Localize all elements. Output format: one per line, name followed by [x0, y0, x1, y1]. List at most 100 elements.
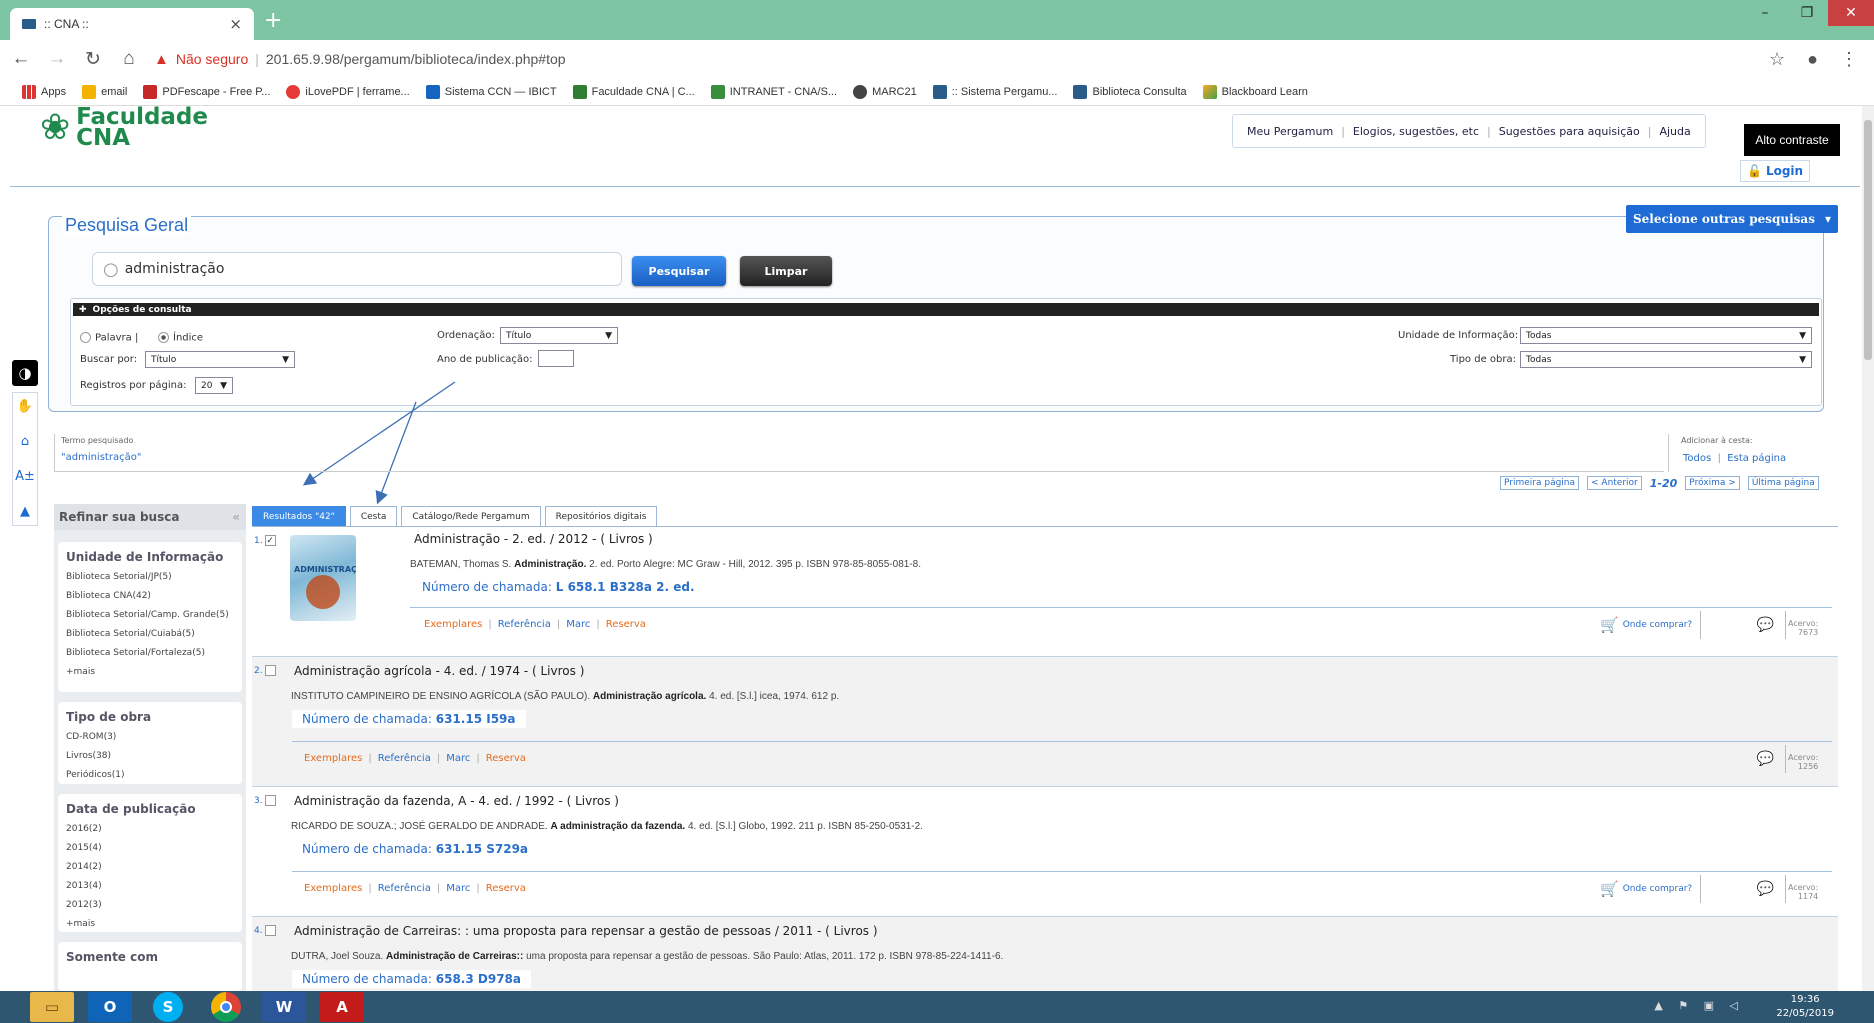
action-separator: |	[488, 619, 492, 630]
buy-button[interactable]: 🛒 Onde comprar?	[1600, 611, 1702, 639]
result-actions: Exemplares | Referência | Marc | Reserva	[304, 883, 526, 894]
action-separator: |	[476, 753, 480, 764]
actions-divider	[292, 871, 1832, 872]
acervo-value: 1174	[1797, 892, 1819, 901]
facet-item[interactable]: Periódicos(1)	[66, 766, 234, 785]
referencia-link[interactable]: Referência	[378, 753, 431, 764]
tab-catalogo[interactable]: Catálogo/Rede Pergamum	[401, 506, 541, 526]
call-number: Número de chamada: 658.3 D978a	[292, 970, 531, 988]
result-checkbox[interactable]	[264, 665, 276, 676]
result-reference: RICARDO DE SOUZA.; JOSÉ GERALDO DE ANDRA…	[291, 821, 923, 832]
facet-item[interactable]: Biblioteca Setorial/Camp. Grande(5)	[66, 610, 234, 621]
basket-separator: |	[1717, 453, 1721, 464]
result-title[interactable]: Administração agrícola - 4. ed. / 1974 -…	[294, 664, 584, 678]
result-item: 2. Administração agrícola - 4. ed. / 197…	[252, 657, 1838, 787]
basket-links: Todos | Esta página	[1683, 453, 1786, 464]
skype-icon[interactable]: S	[153, 992, 183, 1022]
call-number: Número de chamada: L 658.1 B328a 2. ed.	[412, 578, 705, 596]
outlook-icon[interactable]: O	[88, 992, 132, 1022]
facet-item[interactable]: 2013(4)	[66, 877, 234, 896]
referencia-link[interactable]: Referência	[498, 619, 551, 630]
acervo-info: Acervo: 1174	[1788, 883, 1818, 901]
facet-item[interactable]: 2016(2)	[66, 820, 234, 839]
facet-item[interactable]: CD-ROM(3)	[66, 728, 234, 747]
facet-item[interactable]: Biblioteca Setorial/JP(5)	[66, 568, 234, 587]
tab-resultados[interactable]: Resultados "42"	[252, 506, 346, 526]
result-number-text: 1.	[254, 536, 263, 546]
result-title[interactable]: Administração da fazenda, A - 4. ed. / 1…	[294, 794, 619, 808]
action-separator: |	[476, 883, 480, 894]
acervo-label: Acervo:	[1788, 883, 1819, 892]
basket-all-link[interactable]: Todos	[1683, 453, 1711, 464]
action-separator: |	[368, 753, 372, 764]
facet-title: Somente com	[66, 950, 158, 964]
acervo-label: Acervo:	[1788, 753, 1819, 762]
next-page-button[interactable]: Próxima >	[1685, 476, 1740, 490]
marc-link[interactable]: Marc	[446, 883, 470, 894]
facet-more[interactable]: +mais	[66, 663, 234, 682]
ref-author: BATEMAN, Thomas S.	[410, 559, 512, 570]
chrome-icon[interactable]	[211, 992, 241, 1022]
reserva-link[interactable]: Reserva	[486, 753, 526, 764]
facet-title: Tipo de obra	[66, 710, 152, 724]
refine-title: Refinar sua busca	[59, 510, 180, 524]
call-value: 631.15 S729a	[435, 842, 529, 856]
referencia-link[interactable]: Referência	[378, 883, 431, 894]
chrome-center	[220, 1001, 232, 1013]
tab-cesta[interactable]: Cesta	[349, 506, 398, 526]
clock[interactable]: 19:36 22/05/2019	[1776, 993, 1834, 1021]
exemplares-link[interactable]: Exemplares	[304, 753, 362, 764]
ref-rest: 4. ed. [S.l.] icea, 1974. 612 p.	[709, 691, 840, 702]
action-separator: |	[436, 883, 441, 894]
basket-page-link[interactable]: Esta página	[1727, 453, 1786, 464]
comment-icon[interactable]: 💬	[1746, 611, 1786, 639]
marc-link[interactable]: Marc	[566, 619, 590, 630]
result-title[interactable]: Administração - 2. ed. / 2012 - ( Livros…	[414, 532, 653, 546]
cart-icon: 🛒	[1600, 880, 1619, 898]
word-icon[interactable]: W	[262, 992, 306, 1022]
call-value: 658.3 D978a	[435, 972, 521, 986]
result-checkbox[interactable]: ✓	[264, 535, 276, 546]
file-explorer-icon[interactable]: ▭	[30, 992, 74, 1022]
ref-rest: uma proposta para repensar a gestão de p…	[526, 951, 1004, 962]
facet-tipo: Tipo de obra CD-ROM(3) Livros(38) Periód…	[58, 702, 242, 784]
collapse-icon[interactable]: «	[232, 510, 240, 524]
pagination: Primeira página < Anterior 1-20 Próxima …	[1500, 476, 1819, 490]
exemplares-link[interactable]: Exemplares	[424, 619, 482, 630]
first-page-button[interactable]: Primeira página	[1500, 476, 1580, 490]
facet-item[interactable]: 2014(2)	[66, 858, 234, 877]
comment-icon[interactable]: 💬	[1746, 745, 1786, 773]
result-number: 3.	[254, 795, 276, 806]
ref-title: Administração de Carreiras::	[386, 951, 524, 962]
comment-icon[interactable]: 💬	[1746, 875, 1786, 903]
book-cover[interactable]: ADMINISTRAÇÃO	[290, 535, 356, 621]
result-item: 3. Administração da fazenda, A - 4. ed. …	[252, 787, 1838, 917]
facet-item[interactable]: 2012(3)	[66, 896, 234, 915]
buy-button[interactable]: 🛒 Onde comprar?	[1600, 875, 1702, 903]
prev-page-button[interactable]: < Anterior	[1587, 476, 1642, 490]
cover-graphic	[306, 575, 340, 609]
facet-item[interactable]: 2015(4)	[66, 839, 234, 858]
action-separator: |	[368, 883, 372, 894]
result-number: 1. ✓	[254, 535, 276, 546]
facet-item[interactable]: Biblioteca Setorial/Cuiabá(5)	[66, 625, 234, 644]
reserva-link[interactable]: Reserva	[486, 883, 526, 894]
result-checkbox[interactable]	[264, 925, 276, 936]
reserva-link[interactable]: Reserva	[606, 619, 646, 630]
result-title[interactable]: Administração de Carreiras: : uma propos…	[294, 924, 878, 938]
marc-link[interactable]: Marc	[446, 753, 470, 764]
system-tray[interactable]: ▲ ⚑ ▣ ◁	[1654, 999, 1744, 1012]
facet-more[interactable]: +mais	[66, 915, 234, 934]
result-number: 4.	[254, 925, 276, 936]
facet-item[interactable]: Biblioteca Setorial/Fortaleza(5)	[66, 644, 234, 663]
action-separator: |	[596, 619, 600, 630]
facet-item[interactable]: Biblioteca CNA(42)	[66, 587, 234, 606]
last-page-button[interactable]: Última página	[1747, 476, 1819, 490]
facet-item[interactable]: Livros(38)	[66, 747, 234, 766]
exemplares-link[interactable]: Exemplares	[304, 883, 362, 894]
result-checkbox[interactable]	[264, 795, 276, 806]
basket-label: Adicionar à cesta:	[1681, 436, 1753, 445]
result-reference: BATEMAN, Thomas S. Administração. 2. ed.…	[410, 559, 921, 570]
tab-repositorios[interactable]: Repositórios digitais	[544, 506, 658, 526]
acrobat-icon[interactable]: A	[320, 992, 364, 1022]
